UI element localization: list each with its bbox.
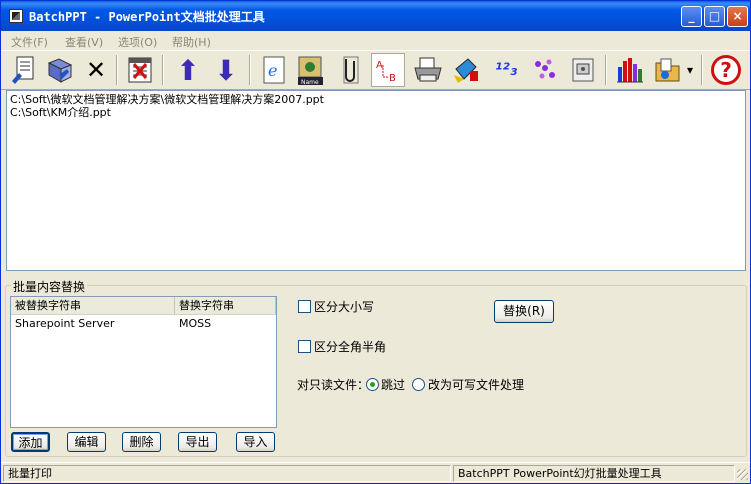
status-right: BatchPPT PowerPoint幻灯批量处理工具 bbox=[453, 465, 735, 482]
close-button[interactable]: × bbox=[727, 6, 748, 27]
delete-button[interactable]: 删除 bbox=[122, 432, 161, 452]
remove-icon[interactable]: ✕ bbox=[79, 53, 113, 87]
app-icon bbox=[9, 9, 23, 23]
skip-radio[interactable] bbox=[366, 378, 379, 391]
edit-button[interactable]: 编辑 bbox=[67, 432, 106, 452]
fill-icon[interactable] bbox=[449, 53, 483, 87]
resize-grip-icon[interactable] bbox=[737, 469, 748, 480]
replace-list[interactable]: 被替换字符串 替换字符串 Sharepoint Server MOSS bbox=[10, 296, 277, 428]
move-up-icon[interactable]: ⬆ bbox=[171, 53, 205, 87]
add-folder-icon[interactable] bbox=[43, 53, 77, 87]
svg-text:Name: Name bbox=[301, 79, 319, 86]
table-row-find[interactable]: Sharepoint Server bbox=[15, 317, 114, 330]
clear-list-icon[interactable] bbox=[123, 53, 157, 87]
rename-icon[interactable]: Name bbox=[294, 53, 328, 87]
import-button[interactable]: 导入 bbox=[236, 432, 275, 452]
file-list[interactable]: C:\Soft\微软文档管理解决方案\微软文档管理解决方案2007.ppt C:… bbox=[6, 90, 746, 271]
help-glyph: ? bbox=[711, 55, 741, 85]
toolbar-separator bbox=[116, 55, 118, 85]
web-icon[interactable]: e bbox=[257, 53, 291, 87]
menu-bar: 文件(F) 查看(V) 选项(O) 帮助(H) bbox=[1, 31, 750, 50]
table-row-replace[interactable]: MOSS bbox=[179, 317, 211, 330]
chevron-down-icon[interactable]: ▾ bbox=[683, 53, 697, 87]
menu-options[interactable]: 选项(O) bbox=[118, 34, 157, 50]
app-window: BatchPPT - PowerPoint文档批处理工具 _ □ × 文件(F)… bbox=[0, 0, 751, 484]
width-sensitive-label: 区分全角半角 bbox=[314, 340, 387, 354]
column-header-replace[interactable]: 替换字符串 bbox=[175, 297, 276, 315]
replace-button[interactable]: 替换(R) bbox=[494, 300, 554, 323]
slide-icon[interactable] bbox=[566, 53, 600, 87]
status-bar: 批量打印 BatchPPT PowerPoint幻灯批量处理工具 bbox=[1, 462, 750, 483]
chart-icon[interactable] bbox=[613, 53, 647, 87]
window-title: BatchPPT - PowerPoint文档批处理工具 bbox=[29, 10, 265, 24]
toolbar-separator bbox=[162, 55, 164, 85]
case-sensitive-label: 区分大小写 bbox=[314, 300, 375, 314]
readonly-label: 对只读文件： bbox=[297, 378, 370, 392]
toolbar-separator bbox=[249, 55, 251, 85]
help-icon[interactable]: ? bbox=[709, 53, 743, 87]
toolbar-separator bbox=[605, 55, 607, 85]
width-sensitive-checkbox[interactable] bbox=[298, 340, 311, 353]
replace-text-icon[interactable]: AB bbox=[371, 53, 405, 87]
toolbar-separator bbox=[701, 55, 703, 85]
status-left: 批量打印 bbox=[3, 465, 451, 482]
pattern-icon[interactable] bbox=[528, 53, 562, 87]
case-sensitive-checkbox[interactable] bbox=[298, 300, 311, 313]
file-list-item[interactable]: C:\Soft\KM介绍.ppt bbox=[10, 104, 111, 120]
folder-options-icon[interactable] bbox=[651, 53, 685, 87]
make-writable-radio[interactable] bbox=[412, 378, 425, 391]
print-icon[interactable] bbox=[411, 53, 445, 87]
add-button[interactable]: 添加 bbox=[11, 432, 50, 452]
replace-group-title: 批量内容替换 bbox=[11, 278, 88, 295]
minimize-button[interactable]: _ bbox=[681, 6, 702, 27]
column-header-find[interactable]: 被替换字符串 bbox=[11, 297, 175, 315]
skip-label: 跳过 bbox=[381, 378, 406, 392]
menu-file[interactable]: 文件(F) bbox=[11, 34, 48, 50]
title-bar: BatchPPT - PowerPoint文档批处理工具 _ □ × bbox=[1, 1, 750, 31]
make-writable-label: 改为可写文件处理 bbox=[428, 378, 525, 392]
svg-text:B: B bbox=[389, 73, 396, 84]
attach-icon[interactable] bbox=[333, 53, 367, 87]
toolbar: ✕ ⬆ ⬇ e Name AB ¹²₃ ▾ ? bbox=[1, 50, 750, 90]
numbering-icon[interactable]: ¹²₃ bbox=[489, 53, 523, 87]
svg-text:e: e bbox=[268, 61, 277, 80]
menu-help[interactable]: 帮助(H) bbox=[172, 34, 211, 50]
maximize-button[interactable]: □ bbox=[704, 6, 725, 27]
menu-view[interactable]: 查看(V) bbox=[65, 34, 103, 50]
svg-text:A: A bbox=[376, 60, 383, 71]
add-files-icon[interactable] bbox=[7, 53, 41, 87]
move-down-icon[interactable]: ⬇ bbox=[209, 53, 243, 87]
export-button[interactable]: 导出 bbox=[178, 432, 217, 452]
